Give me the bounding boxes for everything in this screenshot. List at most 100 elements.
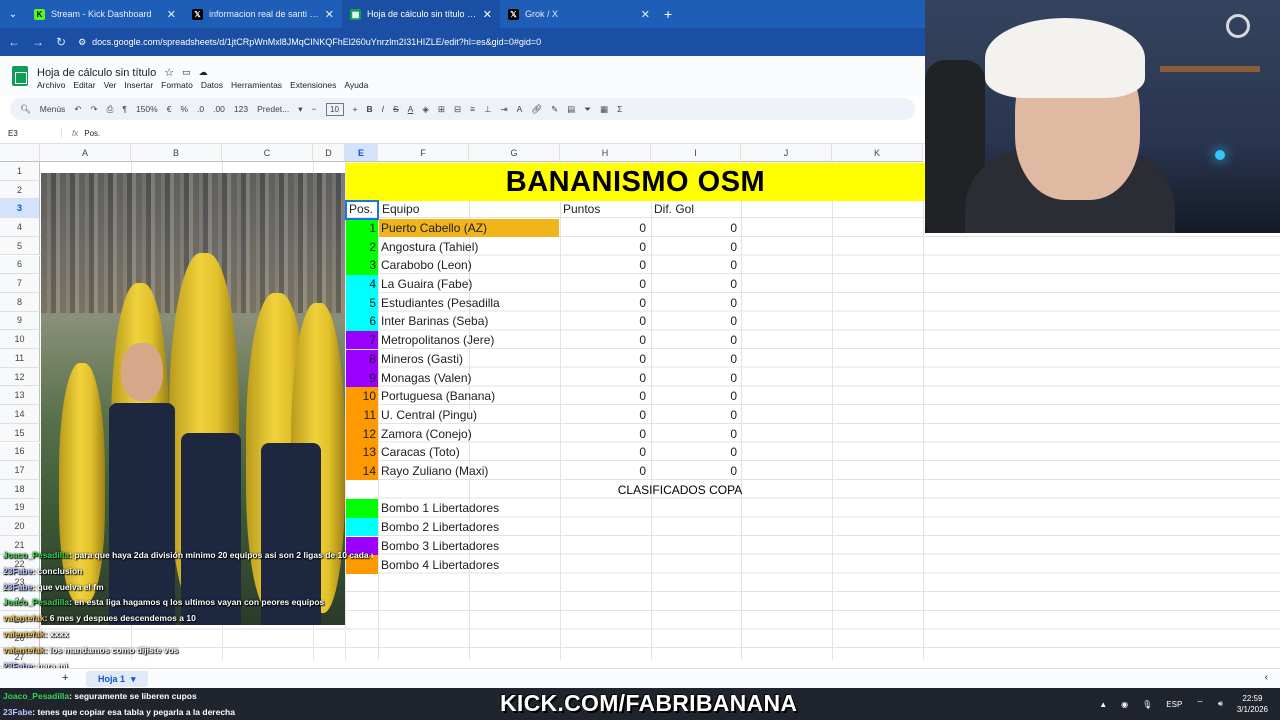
font-select[interactable]: Predet... [257, 104, 289, 114]
menu-ayuda[interactable]: Ayuda [344, 80, 368, 90]
undo-icon[interactable]: ↶ [74, 104, 81, 115]
merge-cells-icon[interactable]: ⊟ [454, 104, 461, 115]
menu-formato[interactable]: Formato [161, 80, 193, 90]
header-team[interactable]: Equipo [379, 200, 559, 219]
points-cell[interactable]: 0 [560, 312, 650, 331]
row-header-18[interactable]: 18 [0, 479, 40, 499]
goal-diff-cell[interactable]: 0 [651, 443, 741, 462]
goal-diff-cell[interactable]: 0 [651, 462, 741, 481]
network-icon[interactable]: ◉ [1121, 700, 1128, 709]
team-cell[interactable]: Monagas (Valen) [379, 368, 559, 387]
points-cell[interactable]: 0 [560, 350, 650, 369]
team-cell[interactable]: Carabobo (Leon) [379, 256, 559, 275]
browser-tab[interactable]: K Stream - Kick Dashboard ✕ [26, 0, 184, 28]
position-cell[interactable]: 8 [346, 349, 378, 369]
row-header-2[interactable]: 2 [0, 180, 40, 200]
position-cell[interactable]: 12 [346, 424, 378, 443]
goal-diff-cell[interactable]: 0 [651, 406, 741, 425]
close-tab-icon[interactable]: ✕ [483, 8, 492, 21]
goal-diff-cell[interactable]: 0 [651, 293, 741, 312]
increase-decimal-button[interactable]: .00 [213, 104, 225, 114]
functions-icon[interactable]: Σ [617, 104, 622, 114]
points-cell[interactable]: 0 [560, 424, 650, 443]
row-header-19[interactable]: 19 [0, 498, 40, 518]
team-cell[interactable]: Inter Barinas (Seba) [379, 312, 559, 331]
points-cell[interactable]: 0 [560, 331, 650, 350]
position-cell[interactable]: 6 [346, 312, 378, 331]
sheet-tab-hoja1[interactable]: Hoja 1 ▾ [86, 671, 148, 687]
chart-icon[interactable]: ▤ [567, 104, 575, 115]
document-title[interactable]: Hoja de cálculo sin título [37, 67, 156, 79]
team-cell[interactable]: Zamora (Conejo) [379, 424, 559, 443]
menu-herramientas[interactable]: Herramientas [231, 80, 282, 90]
row-header-8[interactable]: 8 [0, 292, 40, 312]
team-cell[interactable]: U. Central (Pingu) [379, 406, 559, 425]
explore-icon[interactable]: ‹ [1265, 672, 1268, 683]
column-header-b[interactable]: B [131, 144, 222, 162]
fill-color-icon[interactable]: ◈ [422, 104, 429, 115]
back-icon[interactable]: ← [8, 35, 20, 49]
points-cell[interactable]: 0 [560, 275, 650, 294]
row-header-14[interactable]: 14 [0, 405, 40, 424]
row-header-11[interactable]: 11 [0, 349, 40, 368]
decrease-font-size-icon[interactable]: − [312, 104, 317, 114]
goal-diff-cell[interactable]: 0 [651, 219, 741, 238]
position-cell[interactable]: 3 [346, 256, 378, 275]
decrease-decimal-button[interactable]: .0 [197, 104, 204, 114]
filter-views-icon[interactable]: ▦ [600, 104, 608, 115]
legend-label[interactable]: Bombo 1 Libertadores [379, 499, 559, 518]
microphone-icon[interactable]: 🎙︎ [1142, 700, 1152, 709]
points-cell[interactable]: 0 [560, 443, 650, 462]
select-all-corner[interactable] [0, 144, 40, 162]
row-header-13[interactable]: 13 [0, 386, 40, 406]
star-icon[interactable]: ☆ [164, 66, 174, 79]
legend-label[interactable]: Bombo 3 Libertadores [379, 537, 559, 556]
row-header-7[interactable]: 7 [0, 274, 40, 293]
text-wrap-icon[interactable]: ⇥ [501, 104, 508, 115]
header-points[interactable]: Puntos [560, 200, 650, 219]
clasificados-label[interactable]: CLASIFICADOS COPA [560, 481, 800, 500]
print-icon[interactable]: ⎙ [107, 104, 114, 115]
menu-datos[interactable]: Datos [201, 80, 223, 90]
zoom-select[interactable]: 150% [136, 104, 158, 114]
column-header-j[interactable]: J [741, 144, 832, 162]
menu-editar[interactable]: Editar [73, 80, 95, 90]
bold-icon[interactable]: B [366, 104, 372, 114]
search-menus-label[interactable]: Menús [40, 104, 66, 114]
clock[interactable]: 22:59 3/1/2026 [1237, 693, 1268, 715]
team-cell[interactable]: Estudiantes (Pesadilla [379, 293, 559, 312]
position-cell[interactable]: 11 [346, 405, 378, 425]
vertical-align-icon[interactable]: ⊥ [484, 104, 491, 115]
position-cell[interactable]: 4 [346, 274, 378, 294]
text-color-icon[interactable]: A [408, 104, 414, 114]
column-header-i[interactable]: I [651, 144, 741, 162]
browser-tab-active[interactable]: ▦ Hoja de cálculo sin título - Hoja ✕ [342, 0, 500, 28]
chevron-down-icon[interactable]: ▾ [131, 674, 136, 685]
position-cell[interactable]: 13 [346, 443, 378, 462]
text-rotation-icon[interactable]: A [517, 104, 523, 114]
add-sheet-icon[interactable]: + [62, 672, 68, 684]
currency-format-button[interactable]: € [167, 104, 172, 114]
chevron-down-icon[interactable]: ▾ [298, 104, 302, 115]
legend-color-swatch[interactable] [346, 517, 378, 537]
team-cell[interactable]: Angostura (Tahiel) [379, 237, 559, 256]
reload-icon[interactable]: ↻ [56, 35, 66, 49]
position-cell[interactable]: 5 [346, 293, 378, 313]
close-tab-icon[interactable]: ✕ [641, 8, 650, 21]
points-cell[interactable]: 0 [560, 368, 650, 387]
table-title[interactable]: BANANISMO OSM [346, 163, 925, 201]
points-cell[interactable]: 0 [560, 387, 650, 406]
menu-insertar[interactable]: Insertar [124, 80, 153, 90]
team-cell[interactable]: Metropolitanos (Jere) [379, 331, 559, 350]
row-header-12[interactable]: 12 [0, 367, 40, 387]
site-info-icon[interactable]: ⚙ [78, 37, 86, 48]
points-cell[interactable]: 0 [560, 256, 650, 275]
team-cell[interactable]: Caracas (Toto) [379, 443, 559, 462]
team-cell[interactable]: La Guaira (Fabe) [379, 275, 559, 294]
goal-diff-cell[interactable]: 0 [651, 350, 741, 369]
borders-icon[interactable]: ⊞ [438, 104, 445, 115]
browser-tab[interactable]: 𝕏 informacion real de santi sosa e ✕ [184, 0, 342, 28]
goal-diff-cell[interactable]: 0 [651, 424, 741, 443]
points-cell[interactable]: 0 [560, 219, 650, 238]
legend-color-swatch[interactable] [346, 499, 378, 518]
